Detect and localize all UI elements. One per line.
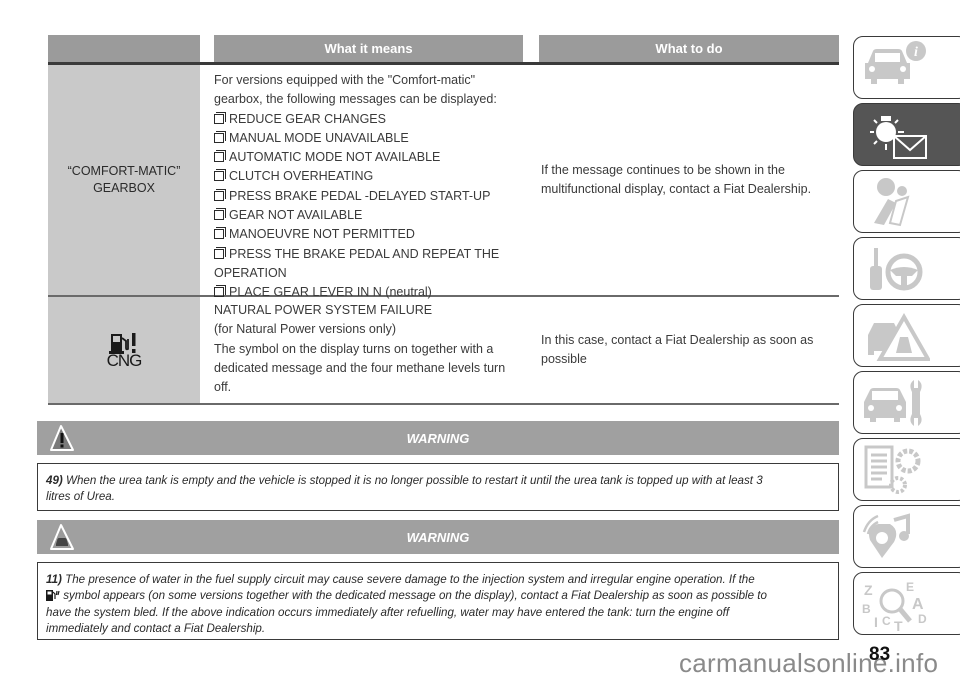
- what-it-means-cell: For versions equipped with the "Comfort-…: [200, 65, 525, 299]
- checkbox-bullet-icon: [214, 208, 226, 221]
- warning-text: The presence of water in the fuel supply…: [65, 573, 755, 586]
- tab-safety[interactable]: [853, 170, 960, 233]
- list-gears-icon: [864, 445, 921, 494]
- cng-fuel-warning-icon: CNG: [107, 332, 142, 369]
- meaning-text: NATURAL POWER SYSTEM FAILURE: [214, 303, 433, 317]
- meaning-text: dedicated message and the four methane l…: [214, 360, 506, 375]
- svg-text:A: A: [912, 596, 924, 613]
- message-item: PRESS BRAKE PEDAL -DELAYED START-UP: [214, 187, 517, 206]
- warning-messages-table: What it means What to do “COMFORT-MATIC”…: [48, 35, 839, 405]
- action-text: If the message continues to be shown in …: [541, 162, 785, 177]
- message-item: GEAR NOT AVAILABLE: [214, 206, 517, 225]
- svg-text:E: E: [906, 580, 914, 594]
- what-it-means-cell: NATURAL POWER SYSTEM FAILURE (for Natura…: [200, 297, 525, 403]
- tab-starting-driving[interactable]: [853, 237, 960, 300]
- table-header: What it means What to do: [48, 35, 839, 65]
- what-to-do-cell: If the message continues to be shown in …: [525, 65, 839, 295]
- checkbox-bullet-icon: [214, 111, 226, 124]
- meaning-text: (for Natural Power versions only): [214, 322, 397, 337]
- warning-text: symbol appears (on some versions togethe…: [63, 588, 767, 602]
- message-item: REDUCE GEAR CHANGES: [214, 110, 517, 129]
- warning-text: immediately and contact a Fiat Dealershi…: [46, 621, 266, 635]
- message-item: CLUTCH OVERHEATING: [214, 167, 517, 186]
- car-breakdown-triangle-icon: [868, 312, 930, 361]
- car-info-icon: i: [865, 41, 926, 84]
- warning-number: 11): [46, 573, 62, 586]
- warning-title: WARNING: [406, 529, 470, 545]
- car-wrench-icon: [864, 380, 922, 426]
- music-location-icon: [862, 513, 910, 558]
- warning-light-message-icon: [870, 116, 927, 159]
- svg-text:I: I: [874, 614, 878, 630]
- row-label-cng: CNG: [48, 297, 200, 403]
- warning-title: WARNING: [406, 430, 470, 446]
- key-steering-wheel-icon: [870, 248, 923, 291]
- message-item: MANUAL MODE UNAVAILABLE: [214, 129, 517, 148]
- label-line: GEARBOX: [93, 181, 155, 195]
- warning-text: When the urea tank is empty and the vehi…: [66, 474, 763, 487]
- svg-text:T: T: [894, 618, 903, 631]
- message-item: AUTOMATIC MODE NOT AVAILABLE: [214, 148, 517, 167]
- svg-text:Z: Z: [864, 582, 873, 598]
- svg-text:C: C: [882, 614, 891, 628]
- message-item: MANOEUVRE NOT PERMITTED: [214, 225, 517, 244]
- meaning-text: For versions equipped with the "Comfort-…: [214, 73, 476, 87]
- header-symbol-column: [48, 35, 200, 62]
- tab-car-info[interactable]: i: [853, 36, 960, 99]
- message-item-continued: OPERATION: [214, 265, 287, 280]
- warning-text-box: 49) When the urea tank is empty and the …: [37, 463, 839, 511]
- checkbox-bullet-icon: [214, 150, 226, 163]
- tab-warning-lights-messages[interactable]: [853, 103, 960, 166]
- tab-multimedia[interactable]: [853, 505, 960, 568]
- meaning-text: gearbox, the following messages can be d…: [214, 92, 497, 107]
- checkbox-bullet-icon: [214, 227, 226, 240]
- checkbox-bullet-icon: [214, 169, 226, 182]
- warning-text-box: 11) The presence of water in the fuel su…: [37, 562, 839, 640]
- action-text: possible: [541, 352, 587, 366]
- checkbox-bullet-icon: [214, 285, 226, 298]
- label-line: “COMFORT-MATIC”: [67, 164, 181, 178]
- checkbox-bullet-icon: [214, 246, 226, 259]
- car-triangle-icon: [49, 523, 75, 556]
- message-item: PRESS THE BRAKE PEDAL AND REPEAT THE: [214, 245, 517, 264]
- svg-text:D: D: [918, 612, 927, 626]
- action-text: In this case, contact a Fiat Dealership …: [541, 332, 814, 347]
- warning-text: litres of Urea.: [46, 489, 115, 503]
- checkbox-bullet-icon: [214, 188, 226, 201]
- meaning-text: The symbol on the display turns on toget…: [214, 341, 494, 356]
- water-in-fuel-icon: [46, 589, 60, 606]
- warning-header: WARNING: [37, 421, 839, 455]
- row-label-comfort-matic: “COMFORT-MATIC” GEARBOX: [48, 65, 200, 295]
- checkbox-bullet-icon: [214, 130, 226, 143]
- warning-header: WARNING: [37, 520, 839, 554]
- tab-servicing[interactable]: [853, 371, 960, 434]
- svg-text:B: B: [862, 602, 871, 616]
- what-to-do-cell: In this case, contact a Fiat Dealership …: [525, 297, 839, 403]
- header-what-it-means: What it means: [214, 35, 523, 62]
- watermark: carmanualsonline.info: [679, 648, 939, 678]
- airbag-seatbelt-icon: [874, 178, 910, 227]
- table-row: CNG NATURAL POWER SYSTEM FAILURE (for Na…: [48, 297, 839, 405]
- tab-emergency[interactable]: [853, 304, 960, 367]
- tab-index[interactable]: Z B I C T E A D: [853, 572, 960, 635]
- tab-technical-data[interactable]: [853, 438, 960, 501]
- warning-triangle-icon: [49, 424, 75, 457]
- warning-text: have the system bled. If the above indic…: [46, 606, 730, 619]
- header-what-to-do: What to do: [539, 35, 839, 62]
- meaning-text: off.: [214, 380, 232, 395]
- table-row: “COMFORT-MATIC” GEARBOX For versions equ…: [48, 65, 839, 299]
- warning-number: 49): [46, 474, 63, 487]
- cng-label: CNG: [106, 350, 143, 370]
- page-number: 83: [869, 644, 891, 665]
- svg-text:i: i: [914, 45, 918, 60]
- alphabet-search-icon: Z B I C T E A D: [862, 580, 927, 631]
- action-text: multifunctional display, contact a Fiat …: [541, 182, 812, 196]
